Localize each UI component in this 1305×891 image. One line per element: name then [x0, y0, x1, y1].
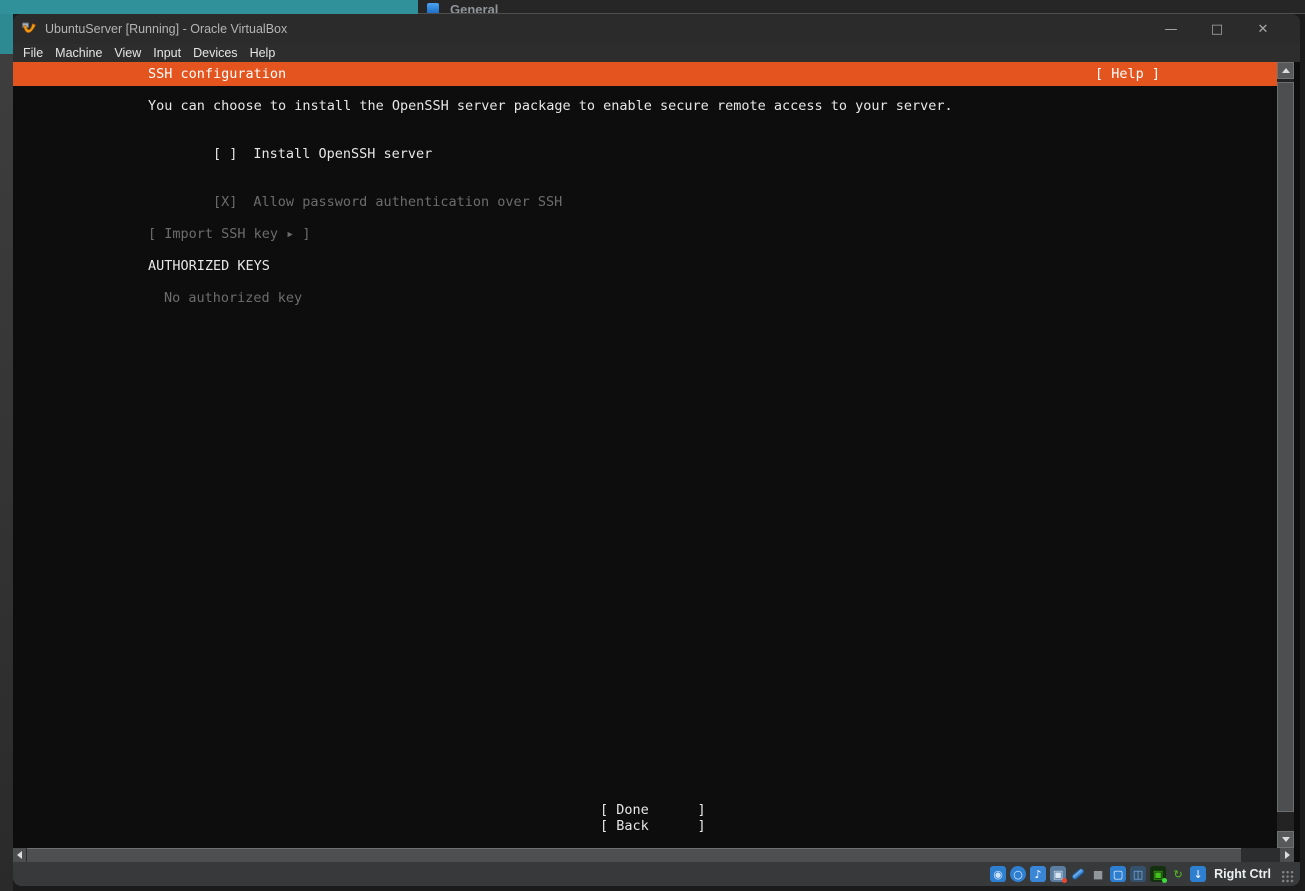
features-icon[interactable]: ▣ [1150, 866, 1166, 882]
up-arrow-icon [1282, 68, 1290, 73]
shared-folders-icon[interactable]: ■ [1090, 866, 1106, 882]
virtualbox-vm-icon [21, 21, 37, 37]
authorized-keys-heading: AUTHORIZED KEYS [148, 258, 270, 274]
checkbox-label: Install OpenSSH server [253, 146, 432, 162]
minimize-button[interactable]: — [1148, 14, 1194, 44]
vertical-scrollbar[interactable] [1277, 62, 1294, 848]
vm-screen: You can choose to install the OpenSSH se… [13, 86, 1277, 848]
hard-disks-icon[interactable]: ◉ [990, 866, 1006, 882]
horizontal-scrollbar-thumb[interactable] [27, 848, 1241, 862]
menu-file[interactable]: File [17, 44, 49, 62]
maximize-button[interactable]: □ [1194, 14, 1240, 44]
vertical-scrollbar-thumb[interactable] [1277, 82, 1294, 812]
menu-input[interactable]: Input [147, 44, 187, 62]
optical-drives-icon[interactable]: ○ [1010, 866, 1026, 882]
menu-help[interactable]: Help [244, 44, 282, 62]
installer-page-title: SSH configuration [148, 66, 286, 82]
general-settings-icon [427, 3, 439, 14]
horizontal-scrollbar[interactable] [13, 848, 1294, 862]
checkbox-state: [X] [213, 194, 237, 210]
no-authorized-key-message: No authorized key [164, 290, 302, 306]
background-window-edge [0, 54, 13, 891]
window-titlebar[interactable]: UbuntuServer [Running] - Oracle VirtualB… [13, 14, 1300, 44]
window-controls: — □ ✕ [1148, 14, 1286, 44]
scroll-right-button[interactable] [1280, 848, 1294, 862]
status-bar: ◉○♪▣■▢◫▣↻↓ Right Ctrl [13, 862, 1300, 886]
import-ssh-key-button[interactable]: [ Import SSH key ▸ ] [148, 226, 311, 242]
menu-bar: File Machine View Input Devices Help [13, 44, 1300, 62]
install-openssh-checkbox[interactable]: [ ] Install OpenSSH server [148, 130, 432, 178]
audio-icon[interactable]: ♪ [1030, 866, 1046, 882]
down-arrow-icon [1282, 837, 1290, 842]
virtualbox-window: UbuntuServer [Running] - Oracle VirtualB… [13, 14, 1300, 886]
desktop-wallpaper-edge [0, 14, 13, 54]
close-button[interactable]: ✕ [1240, 14, 1286, 44]
menu-machine[interactable]: Machine [49, 44, 108, 62]
left-arrow-icon [17, 851, 22, 859]
right-arrow-icon [1285, 851, 1290, 859]
checkbox-label: Allow password authentication over SSH [253, 194, 562, 210]
scroll-up-button[interactable] [1277, 62, 1294, 79]
usb-icon[interactable] [1070, 866, 1086, 882]
done-button[interactable]: [ Done ] [600, 802, 706, 818]
scroll-down-button[interactable] [1277, 831, 1294, 848]
intro-text: You can choose to install the OpenSSH se… [148, 98, 953, 114]
host-key-label: Right Ctrl [1214, 867, 1271, 881]
menu-view[interactable]: View [108, 44, 147, 62]
window-title: UbuntuServer [Running] - Oracle VirtualB… [45, 22, 287, 36]
resize-grip[interactable] [1281, 870, 1294, 883]
settings-tab-label: General [450, 2, 498, 14]
mouse-integration-icon[interactable]: ↻ [1170, 866, 1186, 882]
menu-devices[interactable]: Devices [187, 44, 243, 62]
display-icon[interactable]: ▢ [1110, 866, 1126, 882]
back-button[interactable]: [ Back ] [600, 818, 706, 834]
network-icon[interactable]: ▣ [1050, 866, 1066, 882]
settings-window-fragment[interactable]: General [418, 0, 1305, 14]
scroll-left-button[interactable] [13, 848, 26, 862]
checkbox-state: [ ] [213, 146, 237, 162]
keyboard-icon[interactable]: ↓ [1190, 866, 1206, 882]
allow-password-auth-checkbox[interactable]: [X] Allow password authentication over SS… [148, 178, 562, 226]
installer-header: SSH configuration [ Help ] [13, 62, 1277, 86]
recording-icon[interactable]: ◫ [1130, 866, 1146, 882]
help-button[interactable]: [ Help ] [1095, 66, 1160, 82]
desktop-wallpaper [0, 0, 418, 14]
desktop-background: General UbuntuServer [Running] - Oracle … [0, 0, 1305, 891]
status-icons: ◉○♪▣■▢◫▣↻↓ [990, 866, 1206, 882]
